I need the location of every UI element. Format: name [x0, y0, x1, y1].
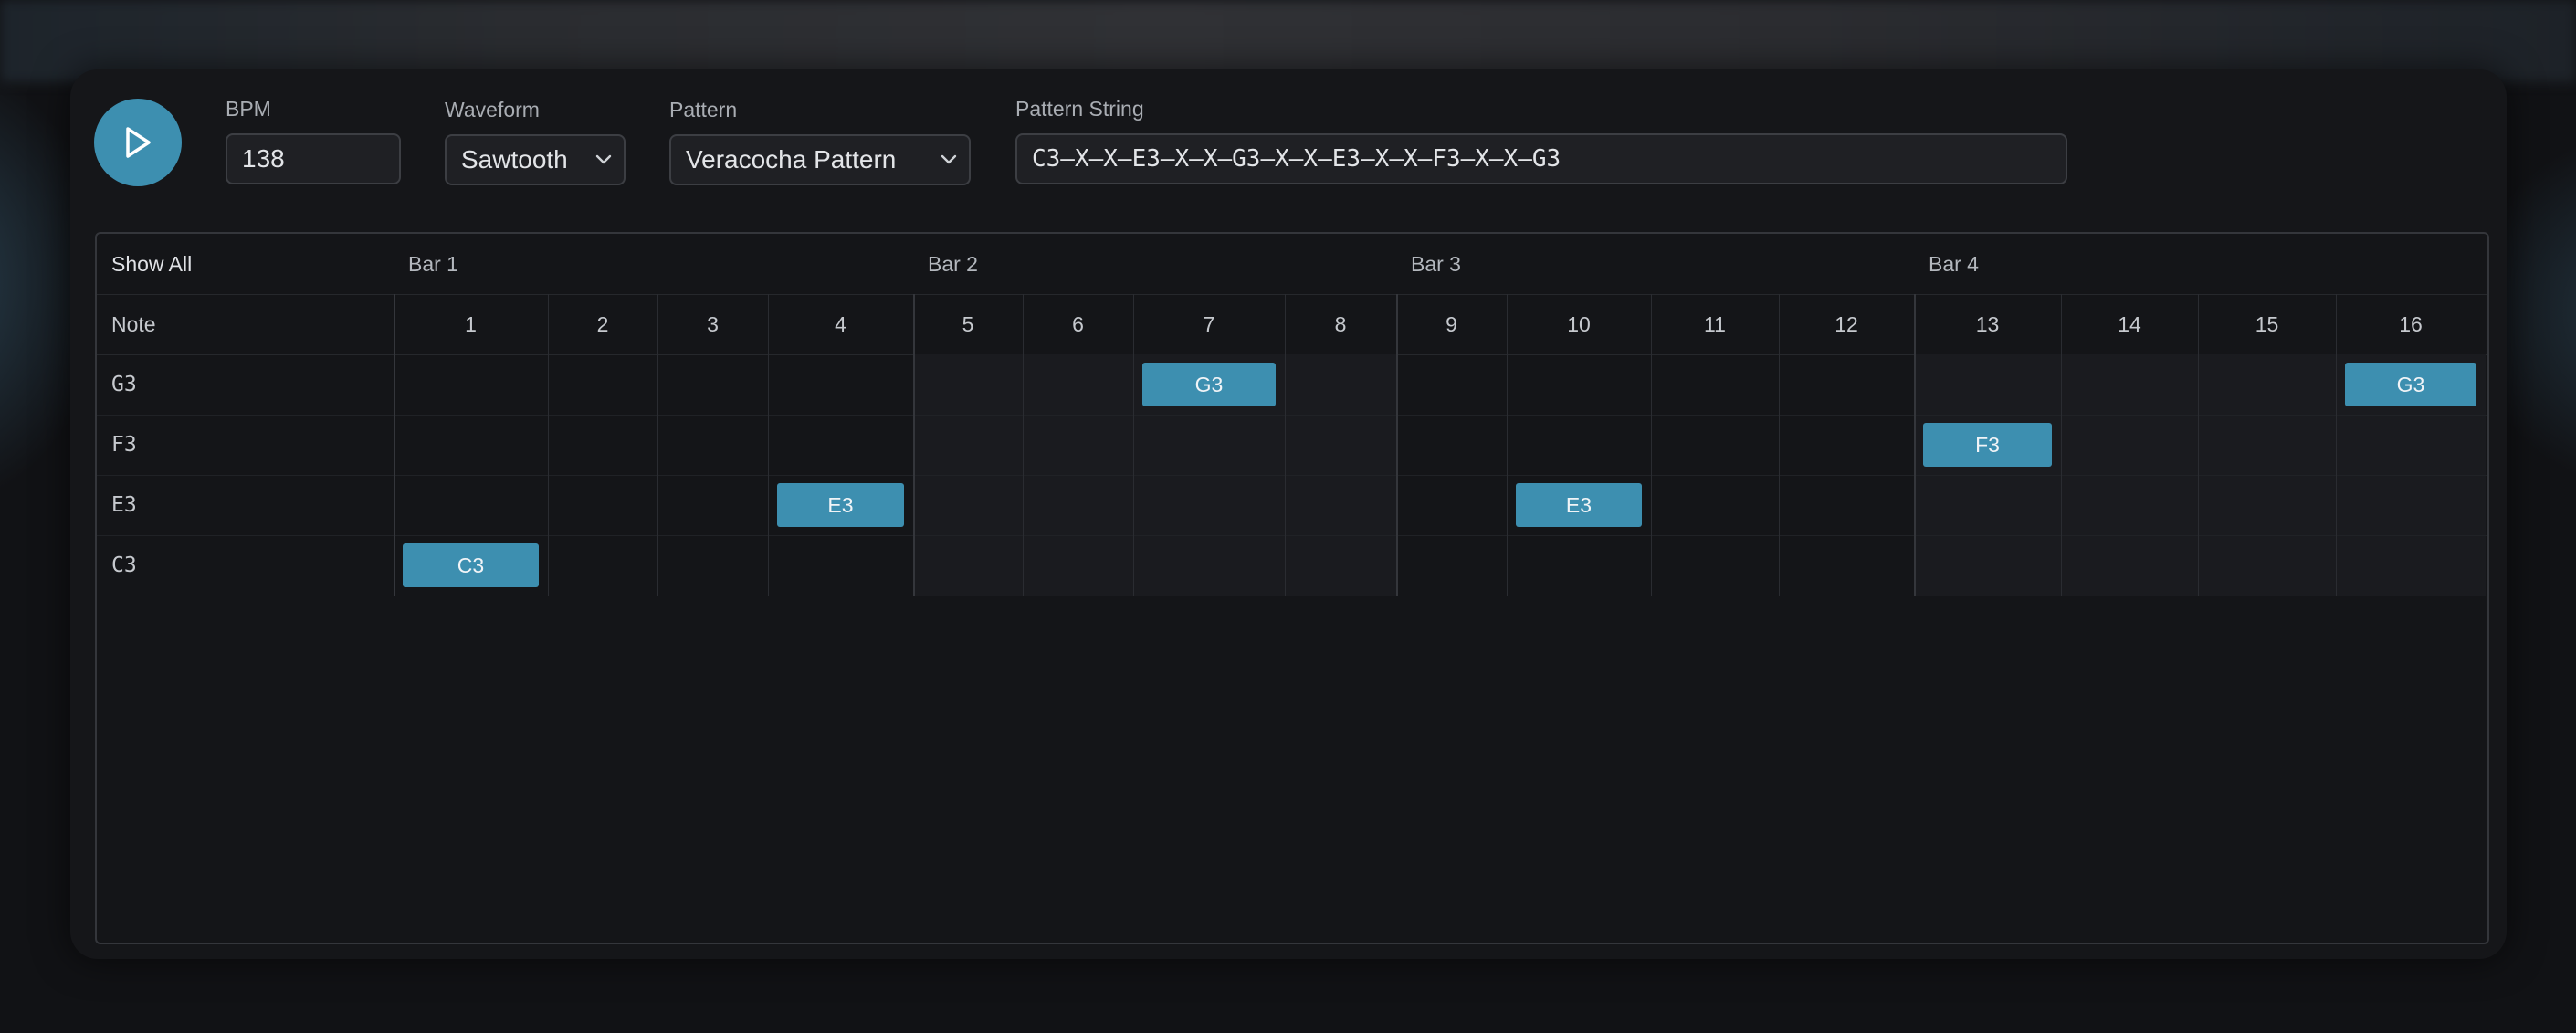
grid-divider — [768, 294, 769, 596]
grid-divider — [1914, 294, 1916, 596]
step-number: 2 — [596, 312, 609, 336]
step-number: 4 — [835, 312, 846, 336]
pattern-string-value: C3–X–X–E3–X–X–G3–X–X–E3–X–X–F3–X–X–G3 — [1032, 145, 1561, 173]
note-row-f3: F3 — [97, 415, 2487, 476]
step-sequencer-grid: Show All Bar 1 Bar 2 Bar 3 Bar 4 Note 12345… — [95, 232, 2489, 944]
step-number: 14 — [2118, 312, 2141, 336]
grid-divider — [2061, 294, 2062, 596]
grid-divider — [2198, 294, 2199, 596]
bar-header-row: Show All Bar 1 Bar 2 Bar 3 Bar 4 — [97, 234, 2487, 295]
grid-divider — [1396, 294, 1398, 596]
grid-divider — [913, 294, 915, 596]
step-number: 10 — [1567, 312, 1591, 336]
step-number: 11 — [1704, 312, 1726, 336]
show-all-toggle[interactable]: Show All — [111, 234, 192, 294]
grid-divider — [1651, 294, 1652, 596]
grid-divider — [1507, 294, 1508, 596]
step-number-row: Note 1 2 3 4 5 6 7 8 9 10 11 12 13 14 15 16 — [97, 294, 2487, 355]
step-number: 12 — [1835, 312, 1858, 336]
grid-divider — [1285, 294, 1286, 596]
note-row-label: G3 — [111, 373, 137, 396]
bar-label: Bar 2 — [928, 252, 978, 276]
note-row-e3: E3 — [97, 475, 2487, 536]
play-icon — [126, 127, 151, 158]
grid-divider — [394, 294, 395, 596]
bpm-value: 138 — [242, 144, 285, 173]
note-column-header: Note — [111, 312, 156, 336]
note-block-g3-step-7[interactable]: G3 — [1142, 363, 1276, 406]
step-number: 6 — [1072, 312, 1084, 336]
step-number: 16 — [2399, 312, 2423, 336]
note-row-label: E3 — [111, 493, 137, 517]
note-row-g3: G3 — [97, 354, 2487, 416]
step-number: 13 — [1975, 312, 2000, 336]
step-number: 9 — [1446, 312, 1457, 336]
pattern-label: Pattern — [669, 98, 738, 121]
waveform-value: Sawtooth — [461, 145, 568, 174]
step-number: 7 — [1203, 312, 1215, 336]
waveform-select[interactable]: Sawtooth — [445, 134, 626, 185]
grid-divider — [1779, 294, 1780, 596]
note-block-e3-step-10[interactable]: E3 — [1516, 483, 1642, 527]
grid-divider — [2336, 294, 2337, 596]
grid-divider — [1023, 294, 1024, 596]
grid-divider — [1133, 294, 1134, 596]
pattern-value: Veracocha Pattern — [686, 145, 897, 174]
bpm-input[interactable]: 138 — [226, 133, 401, 184]
bar-label: Bar 1 — [408, 252, 458, 276]
chevron-down-icon — [941, 154, 957, 164]
step-number: 3 — [707, 312, 719, 336]
note-block-c3-step-1[interactable]: C3 — [403, 543, 539, 587]
waveform-label: Waveform — [445, 98, 540, 121]
pattern-select[interactable]: Veracocha Pattern — [669, 134, 971, 185]
bar-label: Bar 4 — [1929, 252, 1979, 276]
bpm-label: BPM — [226, 97, 271, 121]
note-row-label: F3 — [111, 433, 137, 457]
sequencer-panel: BPM 138 Waveform Sawtooth Pattern Veraco… — [70, 69, 2507, 959]
step-number: 8 — [1334, 312, 1347, 336]
step-number: 5 — [962, 312, 974, 336]
note-block-f3-step-13[interactable]: F3 — [1923, 423, 2052, 467]
step-number: 15 — [2255, 312, 2279, 336]
play-button[interactable] — [94, 99, 182, 186]
note-row-label: C3 — [111, 553, 137, 577]
grid-divider — [657, 294, 658, 596]
pattern-string-label: Pattern String — [1015, 97, 1144, 121]
note-block-g3-step-16[interactable]: G3 — [2345, 363, 2476, 406]
note-block-e3-step-4[interactable]: E3 — [777, 483, 904, 527]
pattern-string-input[interactable]: C3–X–X–E3–X–X–G3–X–X–E3–X–X–F3–X–X–G3 — [1015, 133, 2067, 184]
chevron-down-icon — [595, 154, 612, 164]
bar-label: Bar 3 — [1411, 252, 1461, 276]
grid-divider — [548, 294, 549, 596]
step-number: 1 — [465, 312, 477, 336]
